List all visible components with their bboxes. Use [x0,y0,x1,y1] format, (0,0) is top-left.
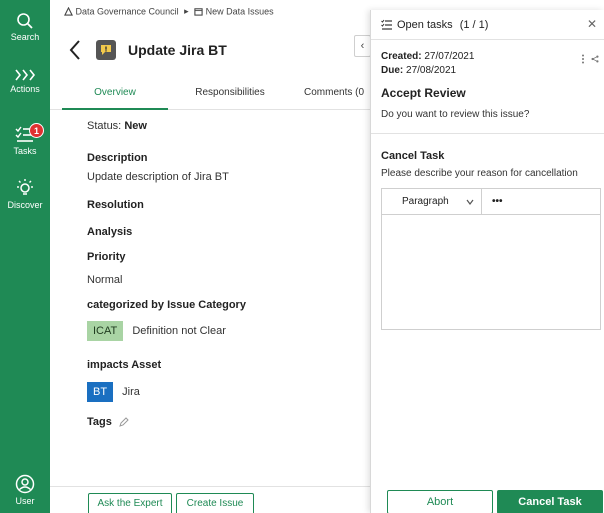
task-created: Created: 27/07/2021 [381,51,474,62]
back-icon[interactable] [68,38,82,62]
collapse-pane-button[interactable]: ‹ [354,35,370,57]
triple-chevron-icon [15,69,36,81]
domain-icon [194,8,203,16]
created-label: Created: [381,51,422,62]
status-row: Status: New [87,120,147,132]
category-value[interactable]: Definition not Clear [132,325,226,337]
more-formatting-button[interactable]: ••• [492,189,503,214]
rail-search-label: Search [10,32,40,42]
chevron-down-icon [466,199,474,205]
pane-footer: Abort Cancel Task [371,486,604,513]
priority-value[interactable]: Normal [87,274,122,286]
cancel-task-button[interactable]: Cancel Task [497,490,603,513]
priority-label: Priority [87,251,126,263]
pane-task-count: (1 / 1) [459,19,489,31]
due-value: 27/08/2021 [406,65,457,76]
issue-category-chip: ICAT [87,321,124,341]
open-tasks-pane: Open tasks (1 / 1) ✕ Created: 27/07/2021… [370,10,604,513]
title-row: Update Jira BT [68,38,227,62]
pane-title: Open tasks (1 / 1) [397,19,488,31]
pane-title-text: Open tasks [397,19,453,31]
pane-header: Open tasks (1 / 1) ✕ [371,10,604,40]
tab-bar: Overview Responsibilities Comments (0 [50,76,370,110]
cancel-task-heading: Cancel Task [381,150,445,162]
business-term-chip: BT [87,382,114,402]
impacts-label: impacts Asset [87,359,162,371]
tab-overview[interactable]: Overview [62,76,168,110]
task-due: Due: 27/08/2021 [381,65,456,76]
page-title: Update Jira BT [128,42,227,58]
breadcrumb: Data Governance Council ▸ New Data Issue… [64,6,274,17]
lightbulb-icon [17,179,33,195]
category-label: categorized by Issue Category [87,299,246,311]
task-list-icon [381,19,392,30]
impacts-value[interactable]: Jira [122,386,140,398]
rail-actions[interactable]: Actions [0,68,50,94]
analysis-label: Analysis [87,226,133,238]
community-icon [64,6,73,16]
cancel-reason-editor[interactable]: Paragraph ••• [381,188,601,330]
rail-tasks[interactable]: 1 Tasks [0,123,50,156]
impacts-relation[interactable]: BT Jira [87,382,140,402]
issue-type-icon [96,40,116,60]
close-icon[interactable]: ✕ [587,17,597,31]
rail-actions-label: Actions [10,84,40,94]
tags-label: Tags [87,416,112,428]
share-icon[interactable] [591,55,599,63]
rail-user-label: User [15,496,35,506]
cancel-reason-prompt: Please describe your reason for cancella… [381,168,578,179]
user-icon [15,474,35,494]
search-icon [17,13,33,29]
tasks-count-badge: 1 [29,123,44,138]
more-options-icon[interactable] [581,54,585,64]
editor-toolbar: Paragraph ••• [382,189,600,215]
paragraph-format-value: Paragraph [402,196,449,207]
status-label: Status: [87,120,122,132]
create-issue-button[interactable]: Create Issue [176,493,254,513]
breadcrumb-separator: ▸ [184,6,189,17]
task-question: Do you want to review this issue? [381,109,530,120]
description-value[interactable]: Update description of Jira BT [87,171,229,183]
edit-pencil-icon[interactable] [119,417,129,427]
rail-discover-label: Discover [7,200,43,210]
page-footer: Ask the Expert Create Issue [50,486,370,513]
breadcrumb-domain[interactable]: New Data Issues [206,7,274,17]
task-name: Accept Review [381,86,466,100]
tab-comments[interactable]: Comments (0 [304,76,370,110]
left-rail: Search Actions 1 Tasks Discover User [0,0,50,513]
abort-button[interactable]: Abort [387,490,493,513]
ask-expert-button[interactable]: Ask the Expert [88,493,172,513]
rail-tasks-label: Tasks [13,146,37,156]
rail-search[interactable]: Search [0,12,50,42]
due-label: Due: [381,65,404,76]
category-relation[interactable]: ICAT Definition not Clear [87,321,226,341]
status-value: New [124,120,147,132]
breadcrumb-community[interactable]: Data Governance Council [76,7,179,17]
pane-divider [371,133,604,134]
rail-discover[interactable]: Discover [0,178,50,210]
paragraph-format-select[interactable]: Paragraph [382,189,482,214]
description-label: Description [87,152,148,164]
tab-responsibilities[interactable]: Responsibilities [168,76,292,110]
rail-user[interactable]: User [0,474,50,506]
tags-row: Tags [87,416,129,428]
created-value: 27/07/2021 [424,51,475,62]
resolution-label: Resolution [87,199,144,211]
asset-page: Data Governance Council ▸ New Data Issue… [50,0,370,513]
